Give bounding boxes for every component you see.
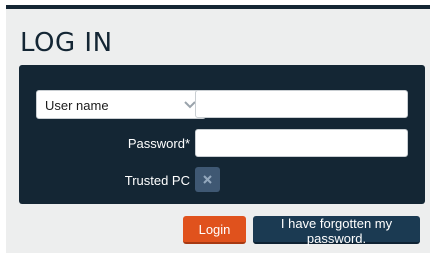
select-value: User name — [45, 98, 109, 113]
password-label: Password* — [127, 136, 190, 151]
username-input[interactable] — [195, 90, 408, 118]
trusted-pc-checkbox[interactable] — [195, 167, 220, 192]
forgot-password-button[interactable]: I have forgotten my password. — [253, 216, 420, 246]
page-title: LOG IN — [20, 28, 113, 58]
username-type-select[interactable]: User name — [36, 90, 206, 119]
trusted-pc-label: Trusted PC — [124, 173, 190, 188]
password-input[interactable] — [195, 129, 408, 157]
login-button[interactable]: Login — [183, 216, 246, 244]
login-form: User name Password* Trusted PC — [19, 65, 425, 204]
close-icon — [203, 175, 212, 184]
